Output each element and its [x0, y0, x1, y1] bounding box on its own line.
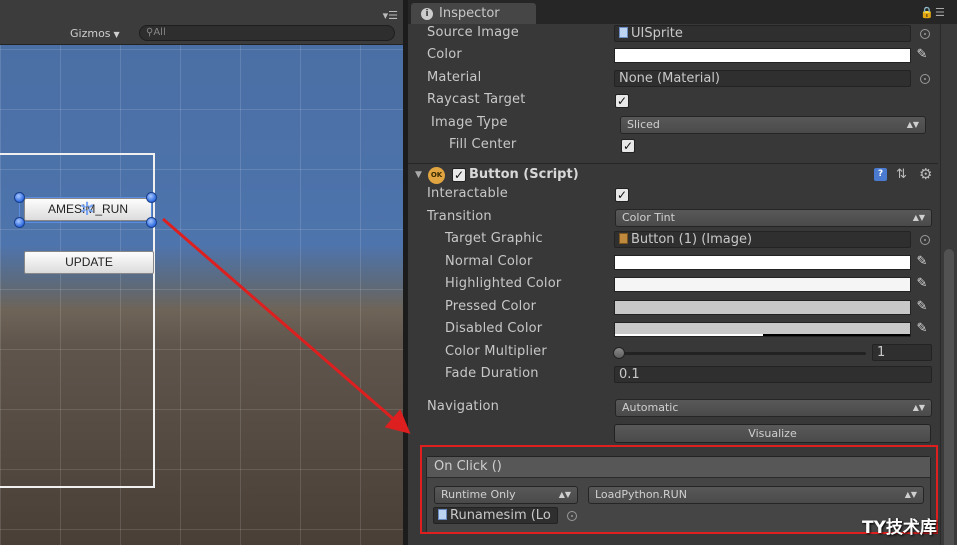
- source-image-value: UISprite: [631, 26, 683, 41]
- object-picker-icon[interactable]: [920, 29, 930, 39]
- eyedropper-icon[interactable]: ✎: [915, 48, 929, 62]
- scene-toolbar: Gizmos ▼ ⚲All ▾☰: [0, 0, 403, 45]
- rect-handle-bottom-left[interactable]: [14, 217, 25, 228]
- rect-handle-top-left[interactable]: [14, 192, 25, 203]
- fill-center-label: Fill Center: [449, 137, 517, 152]
- button-component-title: Button (Script): [469, 167, 579, 182]
- color-swatch[interactable]: [614, 48, 911, 63]
- info-icon: i: [421, 8, 433, 20]
- color-multiplier-field[interactable]: 1: [872, 344, 932, 361]
- scrollbar-thumb[interactable]: [944, 249, 954, 545]
- gizmos-dropdown[interactable]: Gizmos ▼: [70, 27, 120, 40]
- inspector-tabbar: i Inspector 🔒 ☰: [408, 0, 957, 24]
- raycast-target-label: Raycast Target: [427, 92, 526, 107]
- raycast-target-checkbox[interactable]: ✓: [615, 94, 629, 108]
- target-graphic-label: Target Graphic: [445, 231, 543, 246]
- lock-icon[interactable]: 🔒: [920, 6, 934, 19]
- navigation-value: Automatic: [622, 401, 679, 414]
- disabled-color-label: Disabled Color: [445, 321, 543, 336]
- tab-inspector[interactable]: i Inspector: [411, 3, 536, 24]
- transition-value: Color Tint: [622, 211, 675, 224]
- eyedropper-icon[interactable]: ✎: [915, 322, 929, 336]
- gizmos-label: Gizmos: [70, 27, 111, 40]
- watermark: TY技术库: [862, 518, 937, 538]
- sprite-icon: [619, 27, 628, 38]
- help-icon[interactable]: ?: [874, 168, 887, 181]
- dropdown-arrows-icon: ▲▼: [906, 120, 919, 129]
- material-label: Material: [427, 70, 482, 85]
- foldout-arrow-icon[interactable]: ▼: [415, 170, 422, 180]
- image-type-dropdown[interactable]: Sliced ▲▼: [620, 116, 926, 134]
- interactable-checkbox[interactable]: ✓: [615, 188, 629, 202]
- fill-center-checkbox[interactable]: ✓: [621, 139, 635, 153]
- scene-view-panel: Gizmos ▼ ⚲All ▾☰ AMESIM_RUN UPDATE ✲: [0, 0, 403, 545]
- tab-inspector-label: Inspector: [439, 6, 500, 21]
- interactable-label: Interactable: [427, 186, 508, 201]
- eyedropper-icon[interactable]: ✎: [915, 300, 929, 314]
- normal-color-label: Normal Color: [445, 254, 533, 269]
- button-component-icon: OK: [428, 167, 445, 184]
- button-component-header[interactable]: ▼ OK ✓ Button (Script) ? ⇅ ⚙: [408, 163, 938, 187]
- preset-icon[interactable]: ⇅: [896, 167, 907, 182]
- highlighted-color-label: Highlighted Color: [445, 276, 562, 291]
- rect-handle-bottom-right[interactable]: [146, 217, 157, 228]
- material-field[interactable]: None (Material): [614, 70, 911, 87]
- source-image-field[interactable]: UISprite: [614, 25, 911, 42]
- panel-menu-icon[interactable]: ☰: [935, 6, 945, 19]
- transition-label: Transition: [427, 209, 492, 224]
- target-graphic-value: Button (1) (Image): [631, 232, 753, 247]
- pivot-icon[interactable]: ✲: [76, 199, 98, 221]
- transition-dropdown[interactable]: Color Tint ▲▼: [615, 209, 932, 227]
- visualize-button[interactable]: Visualize: [614, 424, 931, 443]
- object-picker-icon[interactable]: [920, 74, 930, 84]
- pressed-color-label: Pressed Color: [445, 299, 537, 314]
- normal-color-swatch[interactable]: [614, 255, 911, 270]
- target-graphic-field[interactable]: Button (1) (Image): [614, 231, 911, 248]
- rect-handle-top-right[interactable]: [146, 192, 157, 203]
- dropdown-arrows-icon: ▲▼: [912, 403, 925, 412]
- color-multiplier-slider-handle[interactable]: [613, 347, 625, 359]
- chevron-down-icon: ▼: [113, 30, 120, 39]
- highlighted-color-swatch[interactable]: [614, 277, 911, 292]
- image-type-value: Sliced: [627, 118, 660, 131]
- fade-duration-field[interactable]: 0.1: [614, 366, 932, 383]
- update-button[interactable]: UPDATE: [24, 251, 154, 274]
- inspector-scrollbar[interactable]: [940, 24, 957, 545]
- button-enabled-checkbox[interactable]: ✓: [452, 168, 466, 182]
- source-image-label: Source Image: [427, 25, 519, 40]
- fade-duration-label: Fade Duration: [445, 366, 539, 381]
- pressed-color-swatch[interactable]: [614, 300, 911, 315]
- annotation-highlight-box: [420, 445, 938, 534]
- image-type-label: Image Type: [431, 115, 508, 130]
- navigation-dropdown[interactable]: Automatic ▲▼: [615, 399, 932, 417]
- dropdown-arrows-icon: ▲▼: [912, 213, 925, 222]
- scene-search-input[interactable]: ⚲All: [139, 25, 395, 41]
- gear-icon[interactable]: ⚙: [919, 165, 932, 183]
- image-component-icon: [619, 233, 628, 244]
- search-placeholder: All: [153, 27, 166, 38]
- color-multiplier-label: Color Multiplier: [445, 344, 547, 359]
- color-multiplier-slider[interactable]: [619, 352, 866, 355]
- disabled-color-swatch[interactable]: [614, 322, 911, 337]
- object-picker-icon[interactable]: [920, 235, 930, 245]
- navigation-label: Navigation: [427, 399, 500, 414]
- eyedropper-icon[interactable]: ✎: [915, 255, 929, 269]
- color-label: Color: [427, 47, 462, 62]
- panel-menu-icon[interactable]: ▾☰: [383, 9, 398, 22]
- eyedropper-icon[interactable]: ✎: [915, 277, 929, 291]
